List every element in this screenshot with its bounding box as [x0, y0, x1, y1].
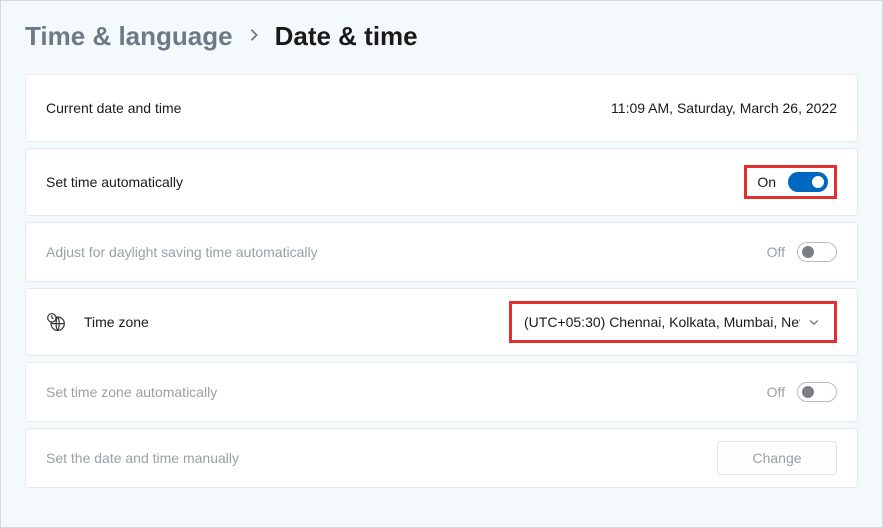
- current-datetime-value: 11:09 AM, Saturday, March 26, 2022: [611, 100, 837, 116]
- row-timezone: Time zone (UTC+05:30) Chennai, Kolkata, …: [25, 288, 858, 356]
- breadcrumb: Time & language Date & time: [25, 21, 858, 52]
- breadcrumb-parent[interactable]: Time & language: [25, 21, 233, 52]
- timezone-select[interactable]: (UTC+05:30) Chennai, Kolkata, Mumbai, Ne…: [509, 301, 837, 343]
- toggle-state-text: Off: [767, 384, 785, 400]
- set-tz-auto-toggle: [797, 382, 837, 402]
- row-set-tz-auto: Set time zone automatically Off: [25, 362, 858, 422]
- page-title: Date & time: [275, 21, 418, 52]
- dst-label: Adjust for daylight saving time automati…: [46, 244, 318, 260]
- set-time-auto-toggle[interactable]: [788, 172, 828, 192]
- change-button: Change: [717, 441, 837, 475]
- row-set-manual: Set the date and time manually Change: [25, 428, 858, 488]
- row-current-datetime: Current date and time 11:09 AM, Saturday…: [25, 74, 858, 142]
- timezone-selected-value: (UTC+05:30) Chennai, Kolkata, Mumbai, Ne…: [524, 314, 800, 330]
- current-datetime-label: Current date and time: [46, 100, 181, 116]
- set-time-auto-label: Set time automatically: [46, 174, 183, 190]
- highlight-box: On: [744, 165, 837, 199]
- toggle-state-text: Off: [767, 244, 785, 260]
- globe-clock-icon: [46, 312, 66, 332]
- toggle-state-text: On: [757, 174, 776, 190]
- timezone-label: Time zone: [84, 314, 149, 330]
- row-set-time-auto: Set time automatically On: [25, 148, 858, 216]
- dst-toggle: [797, 242, 837, 262]
- chevron-right-icon: [247, 26, 261, 47]
- row-dst: Adjust for daylight saving time automati…: [25, 222, 858, 282]
- set-manual-label: Set the date and time manually: [46, 450, 239, 466]
- chevron-down-icon: [808, 315, 822, 329]
- change-button-label: Change: [752, 450, 801, 466]
- set-tz-auto-label: Set time zone automatically: [46, 384, 217, 400]
